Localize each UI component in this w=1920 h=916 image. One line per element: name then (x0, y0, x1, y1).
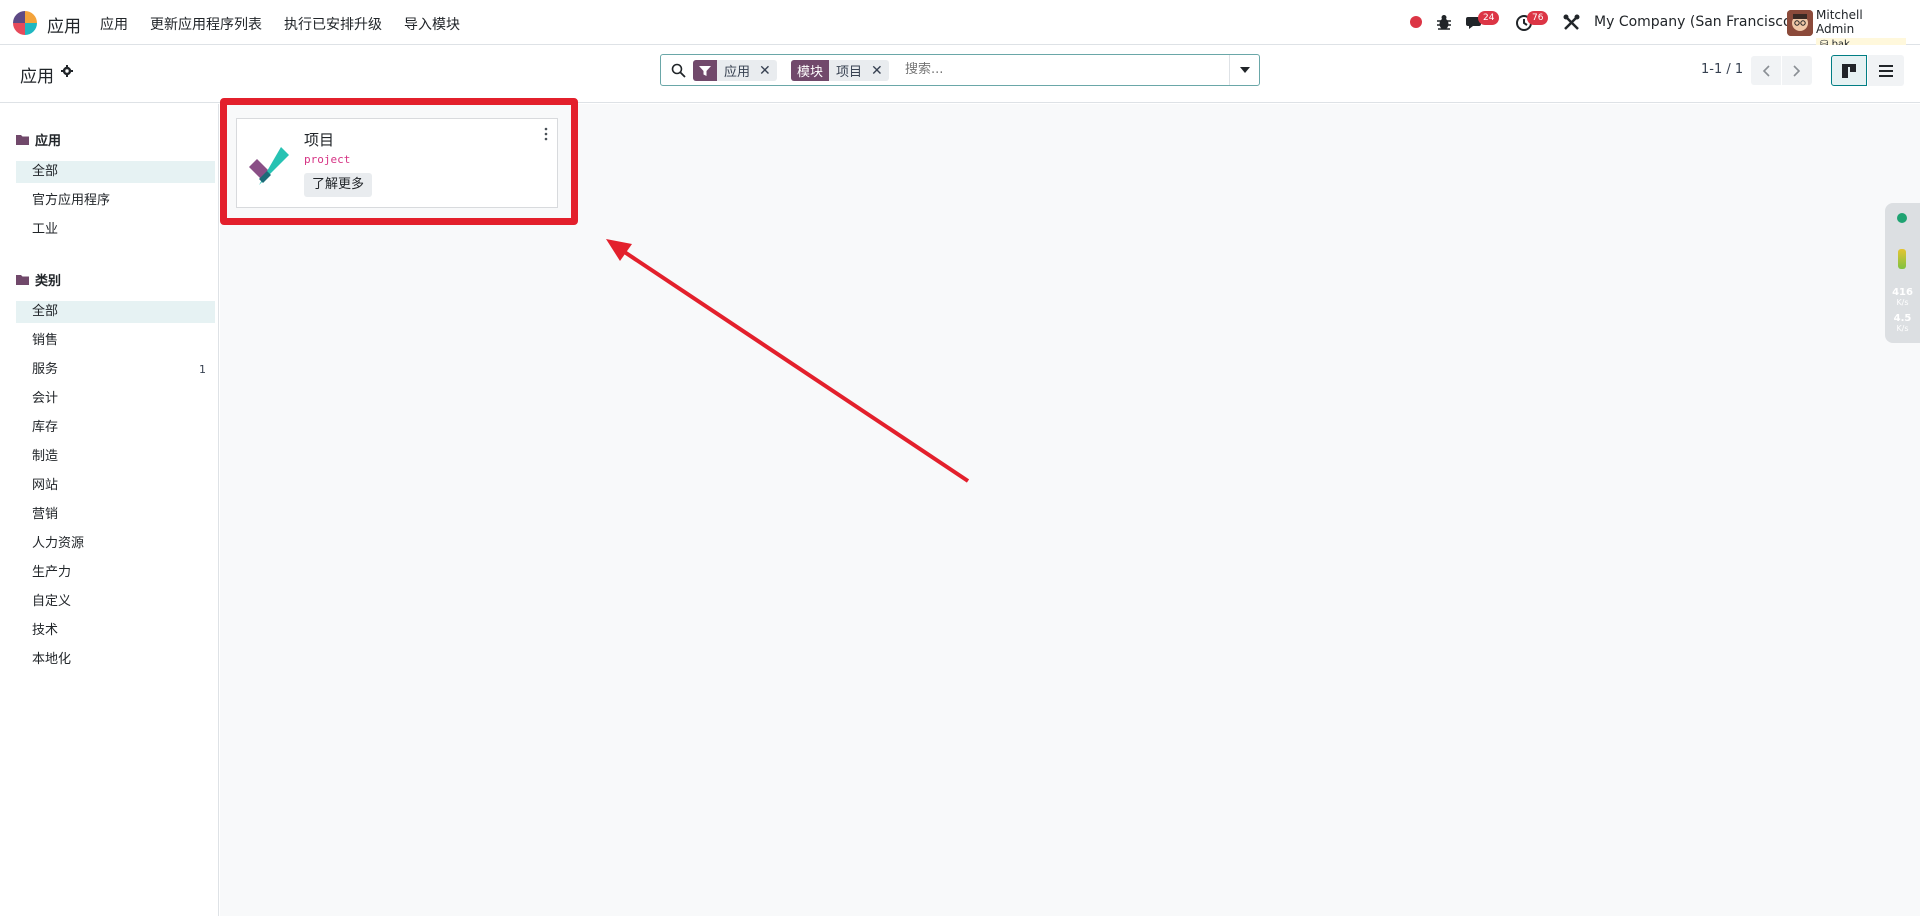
remove-facet-close-icon[interactable]: ✕ (869, 63, 889, 79)
search-panel-sidebar: 应用 全部 官方应用程序 工业 类别 全部 销售 服务 1 会计 库存 制造 网站… (0, 104, 219, 916)
item-label: 技术 (32, 623, 59, 638)
control-panel: 应用 应用 ✕ 模块 项目 ✕ 1-1 / 1 (0, 45, 1920, 103)
item-label: 本地化 (32, 652, 72, 667)
sidebar-category-customizations[interactable]: 自定义 (16, 591, 215, 613)
item-label: 销售 (32, 333, 59, 348)
search-icon (671, 63, 686, 78)
caret-down-icon (1239, 67, 1250, 73)
sidebar-item-official-apps[interactable]: 官方应用程序 (16, 190, 215, 212)
apps-section-header: 应用 (16, 130, 61, 149)
messages-count-badge: 24 (1478, 11, 1500, 25)
item-label: 服务 (32, 362, 59, 377)
facet-value: 应用 (724, 65, 751, 80)
section-title: 应用 (35, 134, 62, 149)
main-menu: 应用 更新应用程序列表 执行已安排升级 导入模块 (100, 14, 460, 34)
item-label: 生产力 (32, 565, 72, 580)
highlight-box (220, 98, 578, 225)
category-count: 1 (199, 363, 206, 376)
item-label: 自定义 (32, 594, 72, 609)
pager-next-button[interactable] (1782, 56, 1812, 85)
recording-indicator-icon[interactable] (1410, 16, 1422, 28)
menu-apply-scheduled-upgrades[interactable]: 执行已安排升级 (284, 14, 382, 34)
search-input[interactable] (905, 62, 1215, 77)
pager-value[interactable]: 1-1 / 1 (1701, 62, 1743, 77)
folder-icon (16, 275, 29, 285)
sidebar-category-marketing[interactable]: 营销 (16, 504, 215, 526)
user-face-icon (1787, 10, 1813, 36)
sidebar-category-human-resources[interactable]: 人力资源 (16, 533, 215, 555)
sidebar-category-manufacturing[interactable]: 制造 (16, 446, 215, 468)
search-bar[interactable]: 应用 ✕ 模块 项目 ✕ (660, 54, 1260, 86)
item-label: 网站 (32, 478, 59, 493)
gear-icon[interactable] (61, 65, 73, 77)
filter-icon (693, 60, 717, 81)
sidebar-category-services[interactable]: 服务 1 (16, 359, 215, 381)
sidebar-category-website[interactable]: 网站 (16, 475, 215, 497)
sidebar-category-productivity[interactable]: 生产力 (16, 562, 215, 584)
sidebar-category-accounting[interactable]: 会计 (16, 388, 215, 410)
debug-bug-icon[interactable] (1436, 13, 1452, 31)
kanban-view-button[interactable] (1831, 55, 1867, 86)
download-speed-unit: K/s (1896, 324, 1909, 333)
user-menu[interactable]: Mitchell Admin ⛁ bak (1816, 8, 1906, 52)
remove-facet-close-icon[interactable]: ✕ (757, 63, 777, 79)
status-dot-icon (1897, 213, 1907, 223)
upload-speed-value: 416 (1892, 287, 1913, 298)
list-icon (1879, 64, 1893, 77)
app-brand[interactable]: 应用 (47, 12, 81, 37)
item-label: 库存 (32, 420, 59, 435)
folder-icon (16, 135, 29, 145)
kanban-main-area: 项目 project 了解更多 (220, 104, 1920, 916)
user-avatar[interactable] (1787, 10, 1813, 36)
menu-update-apps-list[interactable]: 更新应用程序列表 (150, 14, 262, 34)
upload-speed-unit: K/s (1896, 298, 1909, 307)
search-facet-filter: 应用 ✕ (693, 60, 777, 81)
memory-bar-icon (1898, 249, 1906, 269)
search-options-toggle[interactable] (1229, 55, 1259, 85)
pager-previous-button[interactable] (1751, 56, 1781, 85)
download-speed-value: 4.5 (1893, 313, 1912, 324)
sidebar-category-localization[interactable]: 本地化 (16, 649, 215, 671)
sidebar-item-industries[interactable]: 工业 (16, 219, 215, 241)
sidebar-category-technical[interactable]: 技术 (16, 620, 215, 642)
kanban-icon (1842, 63, 1856, 78)
item-label: 工业 (32, 222, 59, 237)
sidebar-category-all[interactable]: 全部 (16, 301, 215, 323)
menu-import-module[interactable]: 导入模块 (404, 14, 460, 34)
item-label: 全部 (32, 164, 59, 179)
odoo-apps-logo-icon[interactable] (12, 10, 38, 36)
search-facet-module: 模块 项目 ✕ (791, 60, 889, 81)
sidebar-category-sales[interactable]: 销售 (16, 330, 215, 352)
annotation-arrow-icon (606, 239, 970, 483)
top-navbar: 应用 应用 更新应用程序列表 执行已安排升级 导入模块 24 76 My Com… (0, 0, 1920, 52)
chevron-left-icon (1762, 64, 1770, 77)
chevron-right-icon (1793, 64, 1801, 77)
item-label: 会计 (32, 391, 59, 406)
section-title: 类别 (35, 274, 62, 289)
page-title: 应用 (20, 67, 54, 87)
list-view-button[interactable] (1868, 55, 1904, 86)
network-speed-widget[interactable]: 416 K/s 4.5 K/s (1885, 203, 1920, 343)
item-label: 人力资源 (32, 536, 85, 551)
item-label: 营销 (32, 507, 59, 522)
menu-apps[interactable]: 应用 (100, 14, 128, 34)
user-name: Mitchell Admin (1816, 8, 1863, 36)
item-label: 全部 (32, 304, 59, 319)
company-switcher[interactable]: My Company (San Francisco) (1594, 14, 1797, 30)
facet-value: 项目 (836, 65, 863, 80)
sidebar-item-all-apps[interactable]: 全部 (16, 161, 215, 183)
tools-icon[interactable] (1563, 14, 1580, 31)
sidebar-category-inventory[interactable]: 库存 (16, 417, 215, 439)
item-label: 官方应用程序 (32, 193, 111, 208)
item-label: 制造 (32, 449, 59, 464)
categories-section-header: 类别 (16, 270, 61, 289)
activity-count-badge: 76 (1527, 11, 1549, 25)
facet-tag: 模块 (791, 60, 830, 81)
